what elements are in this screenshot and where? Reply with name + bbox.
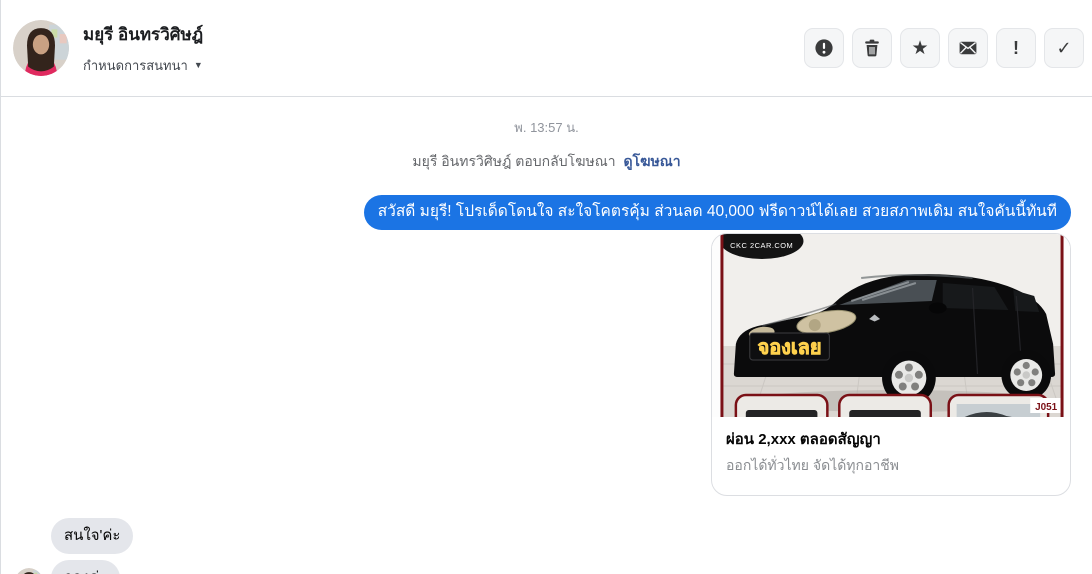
star-button[interactable]: ★ xyxy=(900,28,940,68)
ad-card-image[interactable]: จองเลย J051 CKC 2CAR.COM xyxy=(712,234,1070,417)
ad-card-subtitle: ออกได้ทั่วไทย จัดได้ทุกอาชีพ xyxy=(726,457,900,473)
mark-spam-button[interactable]: ! xyxy=(996,28,1036,68)
ad-card-body: ผ่อน 2,xxx ตลอดสัญญา ออกได้ทั่วไทย จัดได… xyxy=(712,417,1070,495)
chevron-down-icon: ▼ xyxy=(193,60,203,70)
message-thread: พ. 13:57 น. มยุรี อินทรวิศิษฎ์ ตอบกลับโฆ… xyxy=(1,97,1092,574)
check-icon: ✓ xyxy=(1056,38,1072,58)
incoming-message-bubble[interactable]: สนใจ'ค่ะ xyxy=(51,518,134,554)
contact-info: มยุรี อินทรวิศิษฎ์ กำหนดการสนทนา ▼ xyxy=(83,21,203,76)
view-ad-link[interactable]: ดูโฆษณา xyxy=(623,153,680,169)
timestamp: พ. 13:57 น. xyxy=(514,120,579,135)
car-photo-illustration: จองเลย J051 CKC 2CAR.COM xyxy=(712,234,1070,417)
conversation-header: มยุรี อินทรวิศิษฎ์ กำหนดการสนทนา ▼ ★ ! ✓ xyxy=(1,0,1092,97)
sender-avatar[interactable] xyxy=(15,568,43,574)
ad-card-title: ผ่อน 2,xxx ตลอดสัญญา xyxy=(726,431,881,448)
contact-avatar[interactable] xyxy=(13,20,69,76)
avatar-illustration xyxy=(15,568,43,574)
avatar-illustration xyxy=(13,20,69,76)
trash-icon xyxy=(862,38,882,58)
delete-button[interactable] xyxy=(852,28,892,68)
envelope-icon xyxy=(958,38,978,58)
contact-name[interactable]: มยุรี อินทรวิศิษฎ์ xyxy=(83,21,203,48)
schedule-label: กำหนดการสนทนา xyxy=(83,57,188,73)
incoming-message-bubble[interactable]: จองค่ะ xyxy=(51,560,121,574)
report-button[interactable] xyxy=(804,28,844,68)
star-icon: ★ xyxy=(911,37,929,59)
dealer-logo-text: CKC 2CAR.COM xyxy=(730,241,793,250)
incoming-message-group: สนใจ'ค่ะ xyxy=(15,518,1092,574)
ad-context-text: มยุรี อินทรวิศิษฎ์ ตอบกลับโฆษณา xyxy=(412,153,616,169)
stamp-text: จองเลย xyxy=(758,337,822,359)
photo-code: J051 xyxy=(1035,402,1058,413)
exclamation-circle-icon xyxy=(814,38,834,58)
outgoing-message-bubble[interactable]: สวัสดี มยุรี! โปรเด็ดโดนใจ สะใจโคตรคุ้ม … xyxy=(363,195,1071,230)
chat-window: มยุรี อินทรวิศิษฎ์ กำหนดการสนทนา ▼ ★ ! ✓… xyxy=(0,0,1092,574)
mark-unread-button[interactable] xyxy=(948,28,988,68)
ad-context-line: มยุรี อินทรวิศิษฎ์ ตอบกลับโฆษณา ดูโฆษณา xyxy=(1,151,1092,173)
exclamation-icon: ! xyxy=(1013,38,1019,58)
ad-card[interactable]: จองเลย J051 CKC 2CAR.COM ผ่อน 2,xxx ตลอด… xyxy=(711,233,1071,496)
conversation-actions: ★ ! ✓ xyxy=(804,28,1084,68)
mark-done-button[interactable]: ✓ xyxy=(1044,28,1084,68)
conversation-schedule-dropdown[interactable]: กำหนดการสนทนา ▼ xyxy=(83,55,203,76)
